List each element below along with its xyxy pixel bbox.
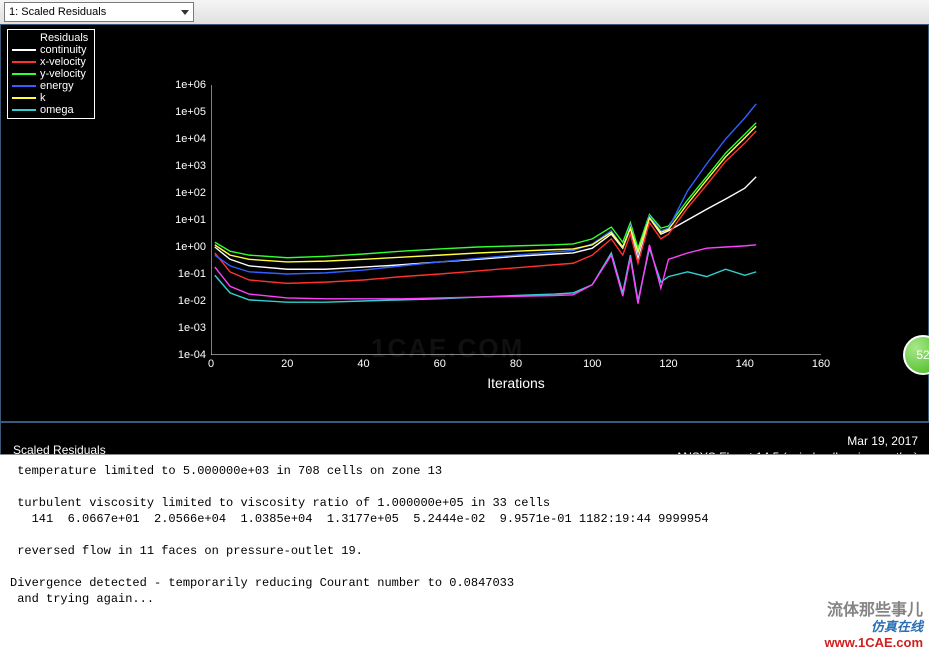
series-x-velocity [215,131,756,283]
y-tick-label: 1e+05 [156,106,206,118]
legend-swatch [12,97,36,99]
y-tick-label: 1e+03 [156,160,206,172]
x-tick-label: 20 [281,358,293,370]
view-dropdown[interactable]: 1: Scaled Residuals [4,2,194,22]
y-tick-label: 1e+02 [156,187,206,199]
y-tick-label: 1e-04 [156,349,206,361]
legend-item: y-velocity [12,68,88,80]
series-energy [215,104,756,274]
legend-item: continuity [12,44,88,56]
legend-swatch [12,109,36,111]
series-y-velocity [215,123,756,258]
y-tick-label: 1e-03 [156,322,206,334]
legend-label: y-velocity [40,68,86,80]
y-tick-label: 1e+00 [156,241,206,253]
console-output: temperature limited to 5.000000e+03 in 7… [0,454,929,653]
x-tick-label: 140 [736,358,754,370]
series-k [215,126,756,262]
legend: Residuals continuityx-velocityy-velocity… [7,29,95,119]
app-window: 1: Scaled Residuals Residuals continuity… [0,0,929,653]
y-tick-label: 1e+06 [156,79,206,91]
x-tick-label: 60 [434,358,446,370]
toolbar: 1: Scaled Residuals [0,0,929,25]
legend-swatch [12,85,36,87]
x-tick-label: 100 [583,358,601,370]
series-omega [215,248,756,302]
y-tick-label: 1e+01 [156,214,206,226]
legend-label: continuity [40,44,86,56]
legend-label: energy [40,80,74,92]
info-date: Mar 19, 2017 [675,433,918,449]
legend-item: x-velocity [12,56,88,68]
legend-title: Residuals [40,32,88,44]
x-tick-label: 120 [659,358,677,370]
legend-label: omega [40,104,74,116]
x-tick-label: 0 [208,358,214,370]
series-continuity [215,177,756,270]
chart-svg [211,85,821,355]
legend-swatch [12,49,36,51]
legend-item: omega [12,104,88,116]
legend-label: k [40,92,46,104]
y-tick-label: 1e-02 [156,295,206,307]
legend-swatch [12,61,36,63]
plot-area: Residuals continuityx-velocityy-velocity… [0,24,929,454]
x-axis-label: Iterations [487,375,545,391]
legend-item: k [12,92,88,104]
legend-swatch [12,73,36,75]
chevron-down-icon [181,10,189,15]
legend-item: energy [12,80,88,92]
x-tick-label: 40 [357,358,369,370]
y-tick-label: 1e-01 [156,268,206,280]
y-tick-label: 1e+04 [156,133,206,145]
view-dropdown-label: 1: Scaled Residuals [9,6,106,18]
x-tick-label: 160 [812,358,830,370]
legend-label: x-velocity [40,56,86,68]
chart: 1e-041e-031e-021e-011e+001e+011e+021e+03… [211,85,821,355]
x-tick-label: 80 [510,358,522,370]
